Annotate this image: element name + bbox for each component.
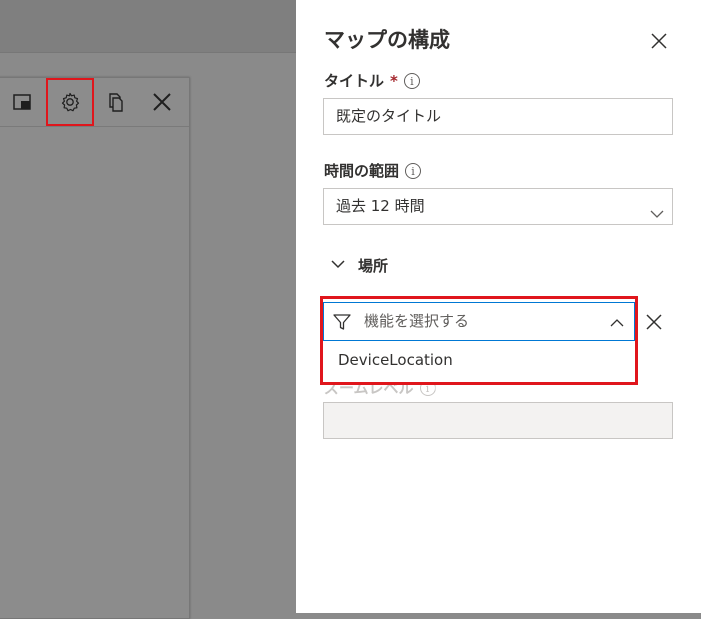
location-section-header[interactable]: 場所: [330, 255, 388, 276]
close-icon[interactable]: [148, 88, 176, 116]
configure-map-panel: マップの構成 タイトル * i 既定のタイトル 時間の範囲 i 過去 12 時間…: [296, 0, 701, 613]
highlight-frame: [320, 296, 638, 385]
required-mark: *: [390, 71, 398, 90]
time-range-label-text: 時間の範囲: [324, 162, 400, 180]
chevron-down-icon: [330, 256, 346, 276]
gear-icon[interactable]: [46, 78, 94, 126]
dashboard-header-dimmed: [0, 0, 296, 53]
remove-icon[interactable]: [645, 313, 663, 331]
time-range-value: 過去 12 時間: [336, 197, 425, 215]
map-tile: [0, 77, 190, 619]
chevron-down-icon: [650, 199, 664, 234]
copy-icon[interactable]: [102, 88, 130, 116]
title-label-text: タイトル: [324, 72, 385, 90]
unpin-icon[interactable]: [8, 88, 36, 116]
info-icon[interactable]: i: [403, 72, 420, 89]
location-section-label: 場所: [358, 257, 389, 275]
time-range-dropdown[interactable]: 過去 12 時間: [323, 188, 673, 225]
title-input[interactable]: 既定のタイトル: [323, 98, 673, 135]
panel-close-icon[interactable]: [648, 30, 670, 52]
info-icon[interactable]: i: [405, 162, 422, 179]
title-field-label: タイトル * i: [324, 70, 420, 91]
zoom-level-input: [323, 402, 673, 439]
tile-toolbar: [0, 78, 189, 127]
time-range-label: 時間の範囲 i: [324, 160, 422, 181]
panel-title: マップの構成: [324, 28, 450, 52]
